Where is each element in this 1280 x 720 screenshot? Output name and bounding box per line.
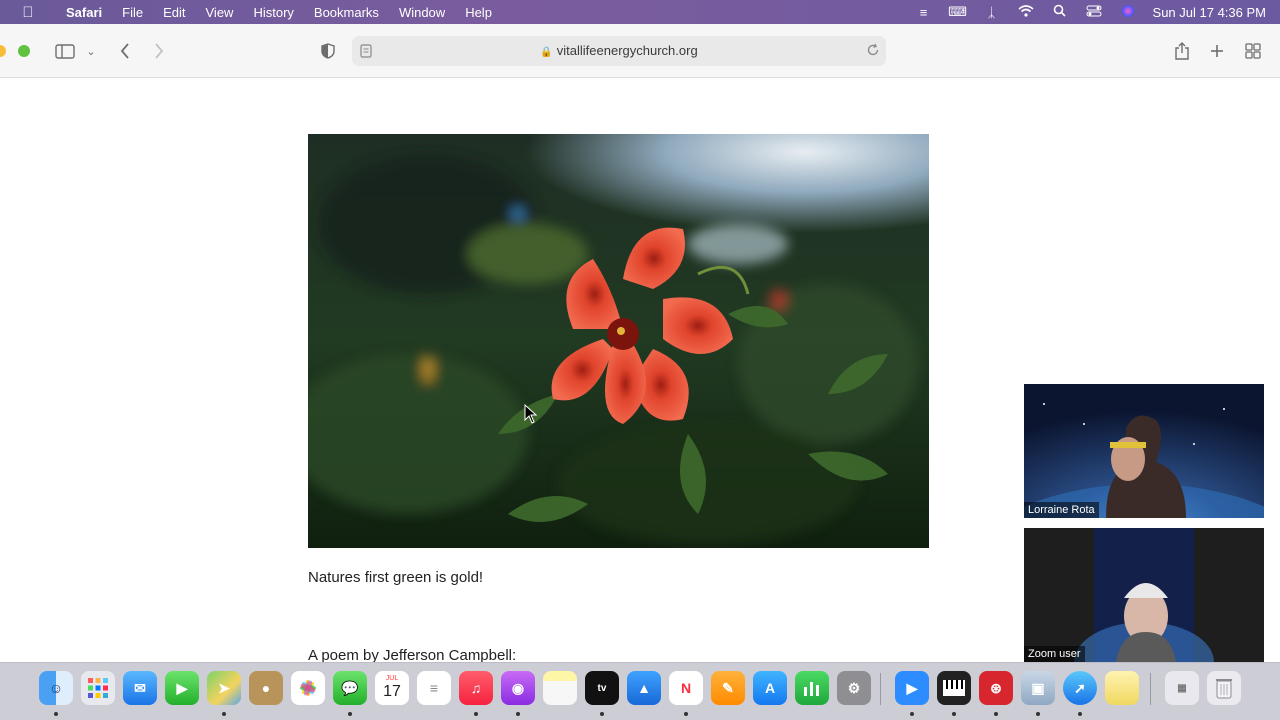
podcasts-icon[interactable]: ◉: [501, 671, 535, 705]
finder-icon[interactable]: ☺: [39, 671, 73, 705]
running-indicator: [910, 712, 914, 716]
running-indicator: [222, 712, 226, 716]
menu-edit[interactable]: Edit: [153, 5, 195, 20]
bluetooth-icon[interactable]: ᛣ: [975, 5, 1009, 20]
minimize-window-button[interactable]: [0, 45, 6, 57]
keynote-icon[interactable]: ▲: [627, 671, 661, 705]
mail-icon[interactable]: ✉: [123, 671, 157, 705]
trash-icon[interactable]: [1207, 671, 1241, 705]
notes-icon[interactable]: [543, 671, 577, 705]
music-icon[interactable]: ♫: [459, 671, 493, 705]
news-icon[interactable]: N: [669, 671, 703, 705]
keyboard-icon[interactable]: ⌨: [941, 4, 975, 20]
appletv-icon[interactable]: tv: [585, 671, 619, 705]
sidebar-toggle-icon[interactable]: [54, 39, 76, 63]
running-indicator: [516, 712, 520, 716]
control-center-icon[interactable]: [1077, 5, 1111, 20]
zoom-icon[interactable]: ▶: [895, 671, 929, 705]
running-indicator: [1036, 712, 1040, 716]
piano-icon[interactable]: [937, 671, 971, 705]
running-indicator: [54, 712, 58, 716]
reminders-icon[interactable]: ≡: [417, 671, 451, 705]
participant-name: Zoom user: [1024, 646, 1085, 662]
tab-overview-icon[interactable]: [1243, 39, 1263, 63]
calendar-icon[interactable]: JUL 17: [375, 671, 409, 705]
running-indicator: [348, 712, 352, 716]
settings-icon[interactable]: ⚙: [837, 671, 871, 705]
apple-menu-icon[interactable]: : [0, 4, 56, 21]
running-indicator: [684, 712, 688, 716]
running-indicator: [1078, 712, 1082, 716]
zoom-window-button[interactable]: [18, 45, 30, 57]
launchpad-icon[interactable]: [81, 671, 115, 705]
lock-icon: 🔒: [540, 47, 553, 58]
photo-caption: Natures first green is gold!: [308, 569, 484, 586]
calendar-day: 17: [383, 683, 401, 700]
participant-tile[interactable]: Lorraine Rota: [1024, 384, 1264, 518]
running-indicator: [474, 712, 478, 716]
dock: ☺ ✉ ▶ ➤ ● 💬 JUL 17 ≡ ♫ ◉ tv ▲ N ✎ A ⚙ ▶ …: [0, 662, 1280, 720]
running-indicator: [952, 712, 956, 716]
appstore-icon[interactable]: A: [753, 671, 787, 705]
menu-view[interactable]: View: [196, 5, 244, 20]
dock-separator: [880, 673, 881, 705]
reload-icon[interactable]: [866, 43, 880, 62]
privacy-shield-icon[interactable]: [318, 39, 338, 63]
maps-icon[interactable]: ➤: [207, 671, 241, 705]
calendar-month: JUL: [385, 675, 399, 682]
menu-window[interactable]: Window: [389, 5, 455, 20]
search-icon[interactable]: [1043, 4, 1077, 20]
running-indicator: [600, 712, 604, 716]
safari-icon[interactable]: ➚: [1063, 671, 1097, 705]
participant-name: Lorraine Rota: [1024, 502, 1099, 518]
chevron-down-icon[interactable]: ⌄: [84, 39, 98, 63]
participant-video: [1024, 528, 1264, 662]
folder-icon[interactable]: [1105, 671, 1139, 705]
url-text: vitallifeenergychurch.org: [556, 43, 698, 58]
share-icon[interactable]: [1172, 39, 1192, 63]
menu-bookmarks[interactable]: Bookmarks: [304, 5, 389, 20]
forward-icon[interactable]: [150, 39, 168, 63]
participant-video: [1024, 384, 1264, 518]
new-tab-icon[interactable]: [1207, 39, 1227, 63]
photos-icon[interactable]: [291, 671, 325, 705]
menu-help[interactable]: Help: [455, 5, 502, 20]
address-bar[interactable]: 🔒 vitallifeenergychurch.org: [352, 36, 886, 66]
messages-icon[interactable]: 💬: [333, 671, 367, 705]
wifi-icon[interactable]: [1009, 4, 1043, 20]
stage-manager-icon[interactable]: ≡: [907, 5, 941, 20]
menu-app-name[interactable]: Safari: [56, 5, 112, 20]
pages-icon[interactable]: ✎: [711, 671, 745, 705]
dock-separator: [1150, 673, 1151, 705]
mouse-cursor-icon: [524, 403, 538, 429]
document-icon[interactable]: ▦: [1165, 671, 1199, 705]
poem-heading: A poem by Jefferson Campbell:: [308, 647, 517, 662]
browser-toolbar: ⌄ 🔒 vitallifeenergychurch.org: [0, 24, 1280, 78]
siri-icon[interactable]: [1111, 4, 1145, 21]
facetime-icon[interactable]: ▶: [165, 671, 199, 705]
menu-bar:  Safari File Edit View History Bookmark…: [0, 0, 1280, 24]
contacts-icon[interactable]: ●: [249, 671, 283, 705]
running-indicator: [994, 712, 998, 716]
clipped-text-fragment: [368, 78, 488, 84]
menu-file[interactable]: File: [112, 5, 153, 20]
hibiscus-photo: [308, 134, 929, 548]
numbers-icon[interactable]: [795, 671, 829, 705]
preview-icon[interactable]: ▣: [1021, 671, 1055, 705]
back-icon[interactable]: [116, 39, 134, 63]
app-icon[interactable]: ⊛: [979, 671, 1013, 705]
menu-history[interactable]: History: [243, 5, 303, 20]
participant-tile[interactable]: Zoom user: [1024, 528, 1264, 662]
menu-clock[interactable]: Sun Jul 17 4:36 PM: [1145, 5, 1280, 20]
